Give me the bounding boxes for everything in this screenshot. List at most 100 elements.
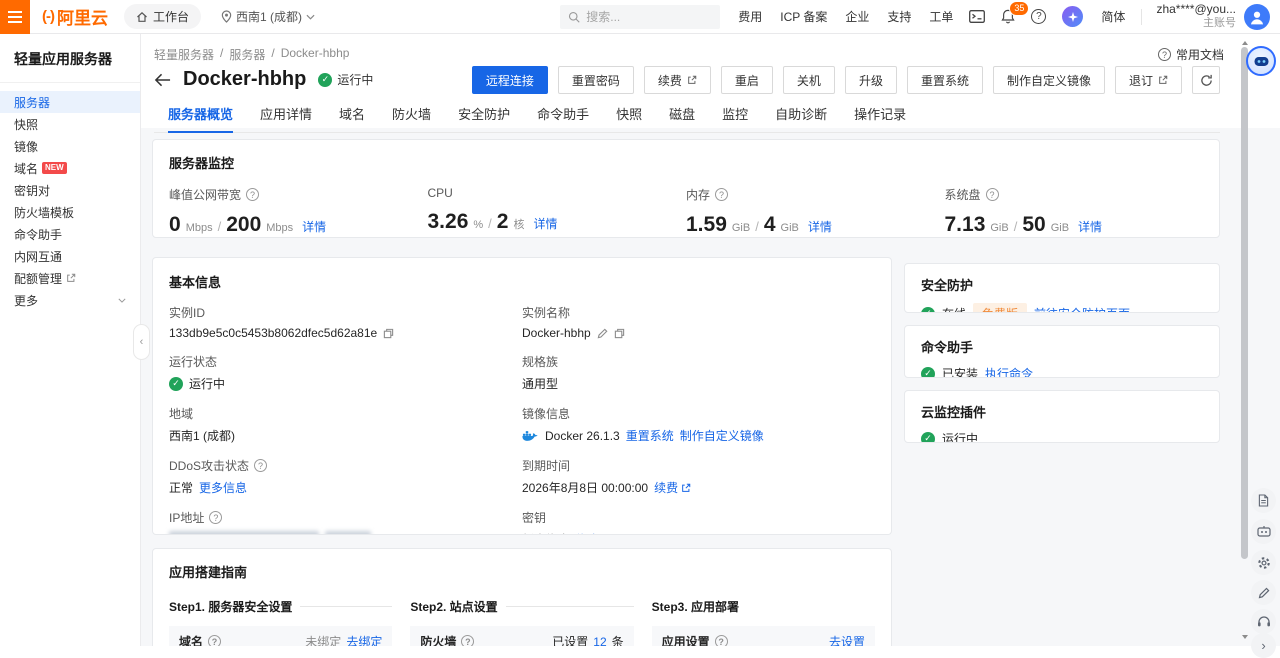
tab-server-overview[interactable]: 服务器概览 bbox=[168, 104, 233, 132]
aliyun-logo[interactable]: (-) 阿里云 bbox=[30, 4, 124, 29]
scrollbar[interactable] bbox=[1240, 34, 1250, 646]
cpu-detail-link[interactable]: 详情 bbox=[533, 215, 557, 232]
global-search[interactable] bbox=[560, 5, 720, 29]
help-icon[interactable]: ? bbox=[715, 635, 728, 646]
bandwidth-detail-link[interactable]: 详情 bbox=[302, 218, 326, 235]
goto-security-page-link[interactable]: 前往安全防护页面 bbox=[1034, 305, 1130, 313]
help-icon[interactable]: ? bbox=[246, 188, 259, 201]
check-icon: ✓ bbox=[921, 307, 935, 314]
reset-system-button[interactable]: 重置系统 bbox=[907, 66, 983, 94]
avatar[interactable] bbox=[1244, 4, 1270, 30]
tab-monitoring[interactable]: 监控 bbox=[722, 104, 748, 132]
upgrade-button[interactable]: 升级 bbox=[845, 66, 897, 94]
scroll-up-arrow-icon[interactable] bbox=[1242, 38, 1248, 45]
region-selector[interactable]: 西南1 (成都) bbox=[221, 8, 315, 25]
breadcrumb-servers[interactable]: 服务器 bbox=[229, 46, 265, 63]
cloudshell-button[interactable] bbox=[969, 10, 985, 23]
help-icon[interactable]: ? bbox=[715, 188, 728, 201]
guide-step-2: Step2. 站点设置 防火墙? 已设置 12 条 bbox=[410, 598, 633, 646]
tab-security[interactable]: 安全防护 bbox=[458, 104, 510, 132]
help-icon[interactable]: ? bbox=[208, 635, 221, 646]
location-pin-icon bbox=[221, 10, 232, 23]
account-type: 主账号 bbox=[1156, 17, 1236, 31]
help-icon[interactable]: ? bbox=[986, 188, 999, 201]
field-instance-id: 实例ID 133db9e5c0c5453b8062dfec5d62a81e bbox=[169, 304, 522, 340]
account-menu[interactable]: zha****@you... 主账号 bbox=[1156, 2, 1236, 31]
reboot-button[interactable]: 重启 bbox=[721, 66, 773, 94]
tab-snapshots[interactable]: 快照 bbox=[616, 104, 642, 132]
renew-link[interactable]: 续费 bbox=[654, 479, 691, 496]
field-instance-name: 实例名称 Docker-hbhp bbox=[522, 304, 875, 340]
sidebar-item-intranet[interactable]: 内网互通 bbox=[0, 245, 140, 267]
image-reset-system-link[interactable]: 重置系统 bbox=[626, 427, 674, 444]
copy-icon[interactable] bbox=[614, 328, 625, 339]
nav-billing[interactable]: 费用 bbox=[738, 8, 762, 25]
breadcrumb-root[interactable]: 轻量服务器 bbox=[154, 46, 214, 63]
help-button[interactable]: ? bbox=[1031, 9, 1046, 24]
goto-app-settings-link[interactable]: 去设置 bbox=[829, 633, 865, 646]
external-link-icon bbox=[681, 483, 691, 493]
nav-tickets[interactable]: 工单 bbox=[929, 8, 953, 25]
server-monitoring-card: 服务器监控 峰值公网带宽? 0 Mbps / 200 Mbps 详情 CPU 3… bbox=[152, 139, 1220, 238]
sidebar-item-quota[interactable]: 配额管理 bbox=[0, 267, 140, 289]
back-button[interactable] bbox=[154, 73, 171, 87]
hamburger-menu-icon[interactable] bbox=[0, 0, 30, 34]
help-icon[interactable]: ? bbox=[209, 511, 222, 524]
field-region: 地域 西南1 (成都) bbox=[169, 405, 522, 444]
nav-icp[interactable]: ICP 备案 bbox=[780, 8, 827, 25]
sidebar-item-command-assistant[interactable]: 命令助手 bbox=[0, 223, 140, 245]
ddos-more-info-link[interactable]: 更多信息 bbox=[199, 479, 247, 496]
free-edition-badge[interactable]: 免费版 bbox=[973, 303, 1027, 313]
workbench-button[interactable]: 工作台 bbox=[124, 4, 201, 29]
renew-button[interactable]: 续费 bbox=[644, 66, 711, 94]
tab-firewall[interactable]: 防火墙 bbox=[392, 104, 431, 132]
bind-domain-link[interactable]: 去绑定 bbox=[346, 633, 382, 646]
language-switch[interactable]: 简体 bbox=[1101, 8, 1125, 25]
tab-diagnostics[interactable]: 自助诊断 bbox=[775, 104, 827, 132]
firewall-rule-count-link[interactable]: 12 bbox=[593, 635, 606, 647]
help-icon[interactable]: ? bbox=[461, 635, 474, 646]
search-input[interactable] bbox=[586, 10, 698, 24]
sidebar-item-servers[interactable]: 服务器 bbox=[0, 91, 140, 113]
ai-assistant-button[interactable] bbox=[1246, 46, 1276, 76]
notifications-button[interactable]: 35 bbox=[1001, 9, 1015, 24]
nav-enterprise[interactable]: 企业 bbox=[845, 8, 869, 25]
tab-domains[interactable]: 域名 bbox=[339, 104, 365, 132]
copy-icon[interactable] bbox=[383, 328, 394, 339]
scroll-down-arrow-icon[interactable] bbox=[1242, 635, 1248, 642]
bind-key-link[interactable]: 绑定 bbox=[576, 531, 600, 535]
reset-password-button[interactable]: 重置密码 bbox=[558, 66, 634, 94]
sidebar-item-firewall-templates[interactable]: 防火墙模板 bbox=[0, 201, 140, 223]
sidebar-item-keypairs[interactable]: 密钥对 bbox=[0, 179, 140, 201]
create-custom-image-button[interactable]: 制作自定义镜像 bbox=[993, 66, 1105, 94]
remote-connect-button[interactable]: 远程连接 bbox=[472, 66, 548, 94]
tab-app-details[interactable]: 应用详情 bbox=[260, 104, 312, 132]
docs-panel-button[interactable] bbox=[1251, 488, 1276, 513]
disk-detail-link[interactable]: 详情 bbox=[1078, 218, 1102, 235]
edit-icon[interactable] bbox=[597, 328, 608, 339]
sidebar-item-images[interactable]: 镜像 bbox=[0, 135, 140, 157]
tab-operation-log[interactable]: 操作记录 bbox=[854, 104, 906, 132]
support-button[interactable] bbox=[1251, 609, 1276, 634]
question-icon: ? bbox=[1031, 9, 1046, 24]
nav-support[interactable]: 支持 bbox=[887, 8, 911, 25]
settings-button[interactable] bbox=[1251, 550, 1276, 575]
tab-disks[interactable]: 磁盘 bbox=[669, 104, 695, 132]
help-icon[interactable]: ? bbox=[254, 459, 267, 472]
sidebar-item-domains[interactable]: 域名 NEW bbox=[0, 157, 140, 179]
tab-command-assistant[interactable]: 命令助手 bbox=[537, 104, 589, 132]
shutdown-button[interactable]: 关机 bbox=[783, 66, 835, 94]
sidebar-collapse-handle[interactable]: ‹ bbox=[133, 324, 150, 360]
memory-detail-link[interactable]: 详情 bbox=[808, 218, 832, 235]
app-center-button[interactable] bbox=[1062, 6, 1083, 27]
sidebar-item-more[interactable]: 更多 bbox=[0, 289, 140, 311]
feedback-button[interactable] bbox=[1251, 580, 1276, 605]
image-custom-image-link[interactable]: 制作自定义镜像 bbox=[680, 427, 764, 444]
unsubscribe-button[interactable]: 退订 bbox=[1115, 66, 1182, 94]
refresh-button[interactable] bbox=[1192, 66, 1220, 94]
sidebar-item-snapshots[interactable]: 快照 bbox=[0, 113, 140, 135]
run-command-link[interactable]: 执行命令 bbox=[985, 365, 1033, 378]
assistant-panel-button[interactable] bbox=[1251, 519, 1276, 544]
scrollbar-thumb[interactable] bbox=[1241, 47, 1248, 559]
docs-link[interactable]: ? 常用文档 bbox=[1158, 46, 1224, 63]
